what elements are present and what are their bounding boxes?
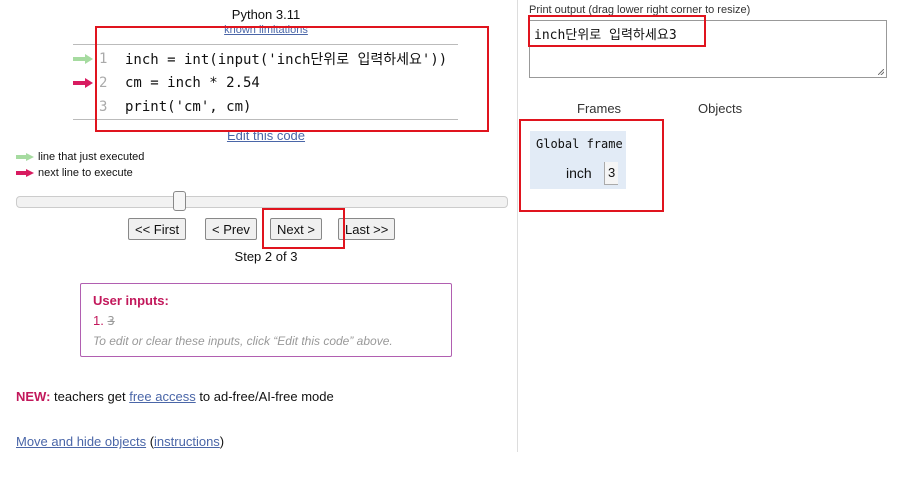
legend-label: line that just executed: [38, 151, 145, 163]
user-input-item: 1. 3: [93, 313, 115, 328]
python-version-title: Python 3.11: [231, 7, 301, 22]
next-line-arrow-icon: [73, 71, 95, 95]
user-inputs-title: User inputs:: [93, 293, 169, 308]
red-arrow-icon: [16, 169, 34, 177]
code-line-2: 2 cm = inch * 2.54: [73, 71, 260, 95]
prev-button[interactable]: < Prev: [205, 218, 257, 240]
line-number: 3: [99, 99, 108, 115]
legend-just-executed: line that just executed: [16, 151, 144, 163]
first-button[interactable]: << First: [128, 218, 187, 240]
variable-value: 3: [604, 162, 619, 185]
frames-header: Frames: [577, 101, 622, 116]
user-inputs-panel: User inputs: 1. 3 To edit or clear these…: [80, 283, 452, 357]
objects-header: Objects: [698, 101, 743, 116]
code-text: inch = int(input('inch단위로 입력하세요')): [125, 52, 448, 68]
news-banner: NEW: teachers get free access to ad-free…: [16, 389, 334, 404]
just-executed-arrow-icon: [73, 47, 95, 71]
edit-code-link[interactable]: Edit this code: [0, 128, 532, 143]
code-line-1: 1 inch = int(input('inch단위로 입력하세요')): [73, 47, 447, 71]
panel-divider: [517, 0, 518, 452]
legend-next-line: next line to execute: [16, 167, 133, 179]
global-frame-title: Global frame: [536, 137, 623, 151]
code-text: cm = inch * 2.54: [125, 75, 260, 91]
slider-thumb[interactable]: [173, 191, 186, 211]
last-button[interactable]: Last >>: [338, 218, 396, 240]
line-number: 1: [99, 51, 108, 67]
news-tag: NEW:: [16, 389, 51, 404]
resize-handle-icon[interactable]: [878, 69, 884, 75]
code-text: print('cm', cm): [125, 99, 252, 115]
print-output-label: Print output (drag lower right corner to…: [529, 4, 751, 16]
known-limitations-link[interactable]: known limitations: [0, 24, 532, 36]
move-hide-objects-link[interactable]: Move and hide objects: [16, 434, 146, 449]
code-line-3: 3 print('cm', cm): [73, 95, 251, 119]
instructions-link[interactable]: instructions: [154, 434, 220, 449]
move-objects-row: Move and hide objects (instructions): [16, 434, 225, 449]
light-green-arrow-icon: [16, 153, 34, 161]
variable-name: inch: [566, 165, 592, 181]
print-output-box[interactable]: inch단위로 입력하세요3: [529, 20, 887, 78]
user-input-value: 3: [107, 314, 115, 328]
legend-label: next line to execute: [38, 167, 133, 179]
next-button[interactable]: Next >: [270, 218, 322, 240]
step-counter: Step 2 of 3: [234, 249, 298, 264]
global-frame: Global frame inch 3: [530, 131, 626, 189]
code-display: 1 inch = int(input('inch단위로 입력하세요')) 2 c…: [73, 44, 458, 120]
step-slider[interactable]: [16, 191, 508, 211]
free-access-link[interactable]: free access: [129, 389, 195, 404]
print-output-text: inch단위로 입력하세요3: [534, 28, 677, 43]
user-inputs-hint: To edit or clear these inputs, click “Ed…: [93, 334, 393, 348]
line-number: 2: [99, 75, 108, 91]
